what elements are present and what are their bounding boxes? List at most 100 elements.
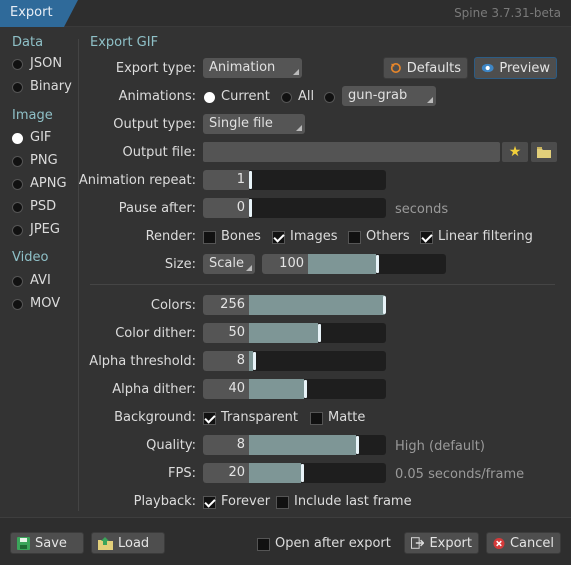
cancel-label: Cancel	[509, 535, 554, 551]
transparent-label[interactable]: Transparent	[221, 410, 298, 425]
animation-select[interactable]: gun-grab	[342, 86, 436, 106]
linear-filtering-checkbox[interactable]	[420, 231, 433, 244]
quality-slider[interactable]: 8	[203, 435, 386, 455]
sidebar-item-avi[interactable]: AVI	[30, 273, 51, 288]
defaults-label: Defaults	[406, 60, 461, 76]
load-button[interactable]: Load	[91, 532, 165, 554]
all-label[interactable]: All	[298, 89, 314, 104]
forever-checkbox[interactable]	[203, 496, 216, 509]
slider-handle[interactable]	[383, 296, 386, 314]
current-label[interactable]: Current	[221, 89, 270, 104]
export-icon	[411, 537, 425, 549]
playback-label: Playback:	[133, 494, 196, 509]
slider-handle[interactable]	[376, 255, 379, 273]
colors-slider[interactable]: 256	[203, 295, 386, 315]
animations-label: Animations:	[118, 89, 196, 104]
render-label: Render:	[145, 229, 196, 244]
slider-handle[interactable]	[318, 324, 321, 342]
export-tab[interactable]: Export	[0, 0, 78, 27]
pause-after-slider[interactable]: 0	[203, 198, 386, 218]
animation-repeat-slider[interactable]: 1	[203, 170, 386, 190]
matte-label[interactable]: Matte	[328, 410, 365, 425]
images-checkbox[interactable]	[272, 231, 285, 244]
size-slider[interactable]: 100	[262, 254, 446, 274]
dialog-body: Data JSON Binary Image GIF PNG APNG PSD …	[0, 27, 571, 517]
images-label[interactable]: Images	[290, 229, 338, 244]
cancel-icon	[493, 537, 505, 549]
slider-handle[interactable]	[249, 199, 252, 217]
tab-title: Export	[10, 5, 53, 20]
fps-hint: 0.05 seconds/frame	[395, 467, 525, 482]
slider-fill	[249, 379, 304, 399]
export-button[interactable]: Export	[404, 532, 479, 554]
fps-value[interactable]: 20	[203, 463, 249, 483]
slider-fill	[249, 463, 301, 483]
pause-after-unit: seconds	[395, 202, 449, 217]
size-label: Size:	[164, 257, 196, 272]
bones-label[interactable]: Bones	[221, 229, 261, 244]
sidebar-item-gif[interactable]: GIF	[30, 130, 51, 145]
size-mode-select[interactable]: Scale	[203, 254, 255, 274]
include-last-frame-label[interactable]: Include last frame	[294, 494, 412, 509]
slider-fill	[249, 323, 318, 343]
eye-icon	[481, 63, 494, 73]
folder-icon	[537, 146, 551, 158]
alpha-dither-slider[interactable]: 40	[203, 379, 386, 399]
animation-repeat-label: Animation repeat:	[78, 173, 196, 188]
save-icon	[17, 536, 30, 550]
cancel-button[interactable]: Cancel	[486, 532, 561, 554]
alpha-threshold-label: Alpha threshold:	[89, 354, 196, 369]
footer-bar: Save Load Open after export Export Cance…	[0, 517, 571, 565]
background-label: Background:	[114, 410, 196, 425]
output-type-select[interactable]: Single file	[203, 114, 305, 134]
pause-after-value[interactable]: 0	[203, 198, 249, 218]
alpha-threshold-slider[interactable]: 8	[203, 351, 386, 371]
section-title: Export GIF	[90, 35, 159, 50]
slider-handle[interactable]	[356, 436, 359, 454]
slider-fill	[249, 295, 386, 315]
radio-current[interactable]	[204, 92, 215, 103]
save-button[interactable]: Save	[10, 532, 84, 554]
save-label: Save	[35, 535, 67, 551]
open-after-export-checkbox[interactable]	[257, 538, 270, 551]
forever-label[interactable]: Forever	[221, 494, 270, 509]
output-file-field[interactable]	[203, 142, 500, 162]
include-last-frame-checkbox[interactable]	[276, 496, 289, 509]
preview-label: Preview	[499, 60, 550, 76]
fps-slider[interactable]: 20	[203, 463, 386, 483]
bones-checkbox[interactable]	[203, 231, 216, 244]
linear-filtering-label[interactable]: Linear filtering	[438, 229, 533, 244]
alpha-threshold-value[interactable]: 8	[203, 351, 249, 371]
browse-button[interactable]	[531, 142, 557, 162]
slider-handle[interactable]	[301, 464, 304, 482]
others-label[interactable]: Others	[366, 229, 410, 244]
radio-avi[interactable]	[12, 276, 23, 287]
favorite-button[interactable]: ★	[502, 142, 528, 162]
colors-value[interactable]: 256	[203, 295, 249, 315]
size-value[interactable]: 100	[262, 254, 308, 274]
color-dither-slider[interactable]: 50	[203, 323, 386, 343]
slider-handle[interactable]	[304, 380, 307, 398]
export-label: Export	[429, 535, 472, 551]
star-icon: ★	[508, 144, 522, 160]
others-checkbox[interactable]	[348, 231, 361, 244]
version-label: Spine 3.7.31-beta	[454, 6, 561, 20]
color-dither-value[interactable]: 50	[203, 323, 249, 343]
radio-all[interactable]	[281, 92, 292, 103]
quality-label: Quality:	[146, 438, 196, 453]
defaults-button[interactable]: Defaults	[383, 57, 468, 79]
radio-gif[interactable]	[12, 133, 23, 144]
open-after-export-label[interactable]: Open after export	[275, 536, 391, 551]
preview-button[interactable]: Preview	[474, 57, 557, 79]
animation-repeat-value[interactable]: 1	[203, 170, 249, 190]
matte-checkbox[interactable]	[310, 412, 323, 425]
output-type-label: Output type:	[113, 117, 196, 132]
load-folder-icon	[98, 536, 113, 550]
radio-animation[interactable]	[324, 92, 335, 103]
slider-handle[interactable]	[249, 171, 252, 189]
slider-handle[interactable]	[253, 352, 256, 370]
alpha-dither-value[interactable]: 40	[203, 379, 249, 399]
export-type-select[interactable]: Animation	[203, 58, 302, 78]
transparent-checkbox[interactable]	[203, 412, 216, 425]
quality-value[interactable]: 8	[203, 435, 249, 455]
